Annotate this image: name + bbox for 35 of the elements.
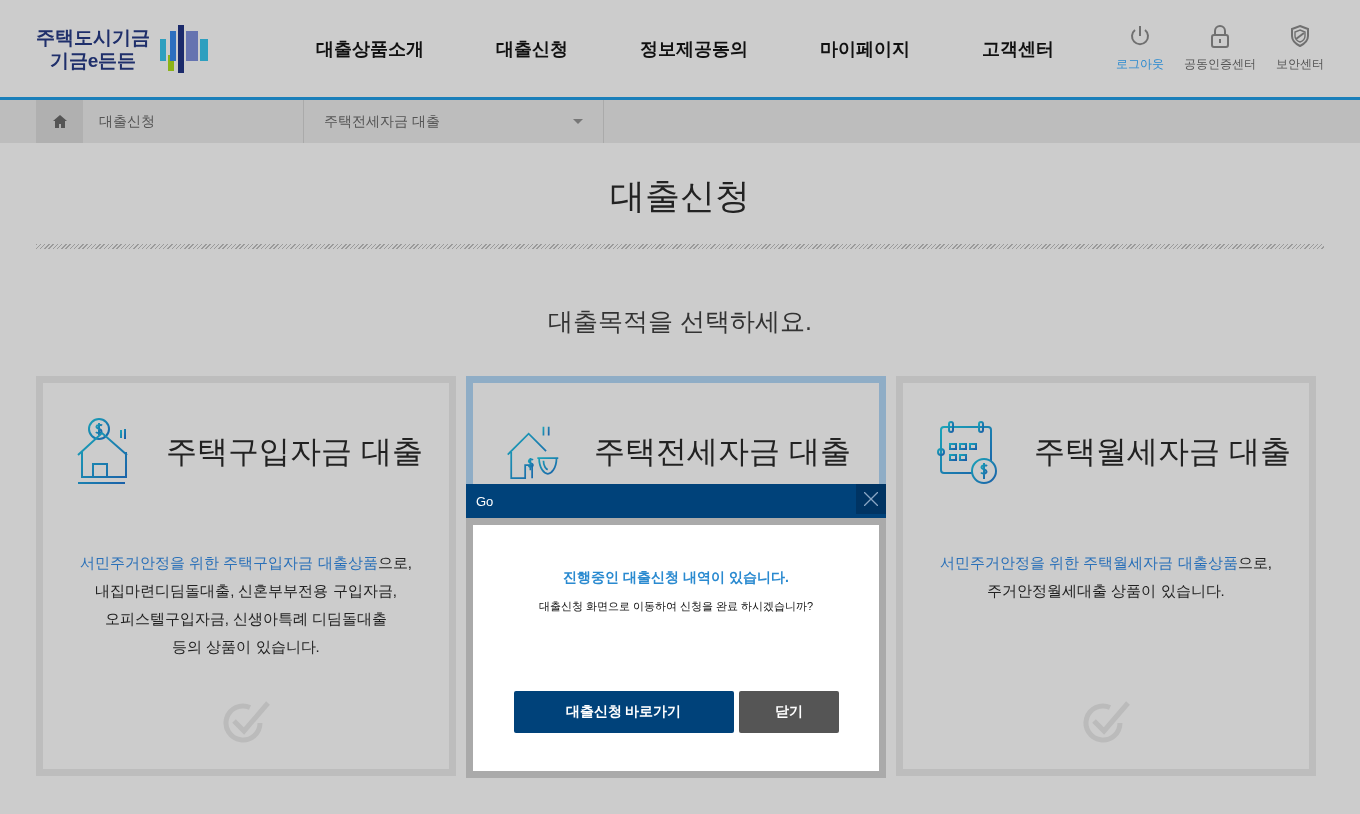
home-icon[interactable]	[52, 115, 67, 128]
house-bowl-icon	[506, 425, 560, 479]
card-title: 주택전세자금 대출	[594, 433, 851, 471]
card-title: 주택월세자금 대출	[1034, 433, 1291, 471]
nav-item[interactable]: 고객센터	[982, 36, 1054, 61]
logo-text: 주택도시기금	[36, 25, 150, 49]
dialog-message: 대출신청 화면으로 이동하여 신청을 완료 하시겠습니까?	[538, 599, 814, 614]
card-title: 주택구입자금 대출	[166, 433, 423, 471]
nav-item[interactable]: 마이페이지	[820, 36, 910, 61]
prompt-text: 대출목적을 선택하세요.	[547, 306, 813, 337]
utility-link[interactable]: 보안센터	[1276, 24, 1324, 73]
go-button[interactable]: 대출신청 바로가기	[513, 691, 734, 733]
shield-icon	[1290, 24, 1310, 48]
close-dialog-button[interactable]: 닫기	[738, 691, 839, 733]
breadcrumb-dropdown[interactable]: 주택전세자금 대출	[304, 100, 604, 143]
loan-card[interactable]: 주택월세자금 대출 서민주거안정을 위한 주택월세자금 대출상품으로, 주거안정월세대출 상품이 있습니다.	[896, 376, 1316, 776]
caret-icon	[573, 118, 583, 125]
nav-item[interactable]: 대출상품소개	[316, 36, 424, 61]
power-icon	[1129, 24, 1151, 48]
calendar-coin-icon	[936, 419, 1000, 485]
close-button[interactable]	[856, 484, 886, 514]
utility-link[interactable]: 공동인증센터	[1184, 24, 1256, 73]
card-description: 서민주거안정을 위한 주택구입자금 대출상품으로, 내집마련디딤돌대출, 신혼부부전용 구입자금, 오피스텔구입자금, 신생아특례 디딤돌대출 등의 상품이 있습니다.	[80, 553, 412, 657]
card-description: 서민주거안정을 위한 주택월세자금 대출상품으로, 주거안정월세대출 상품이 있습니다.	[940, 553, 1272, 601]
breadcrumb-item[interactable]: 대출신청	[83, 100, 304, 143]
loan-card[interactable]: 주택전세자금 대출 Go 진행중인 대출신청 내역이 있습니다. 대출신청 화면으로 이동하여 신청을 완료 하시겠습니까? 대출신청 바로가기 닫기	[466, 376, 886, 776]
dialog-title: Go	[475, 493, 494, 509]
close-icon	[864, 492, 878, 506]
loan-card[interactable]: 주택구입자금 대출 서민주거안정을 위한 주택구입자금 대출상품으로, 내집마련디딤돌대출, 신혼부부전용 구입자금, 오피스텔구입자금, 신생아특례 디딤돌대출 등의 상품이 있습니다.	[36, 376, 456, 776]
nav-item[interactable]: 대출신청	[496, 36, 568, 61]
dialog-heading: 진행중인 대출신청 내역이 있습니다.	[563, 569, 789, 587]
page-title: 대출신청	[609, 175, 751, 217]
lock-icon	[1210, 24, 1230, 48]
nav-item[interactable]: 정보제공동의	[640, 36, 748, 61]
logo-text: 기금e든든	[49, 48, 137, 72]
